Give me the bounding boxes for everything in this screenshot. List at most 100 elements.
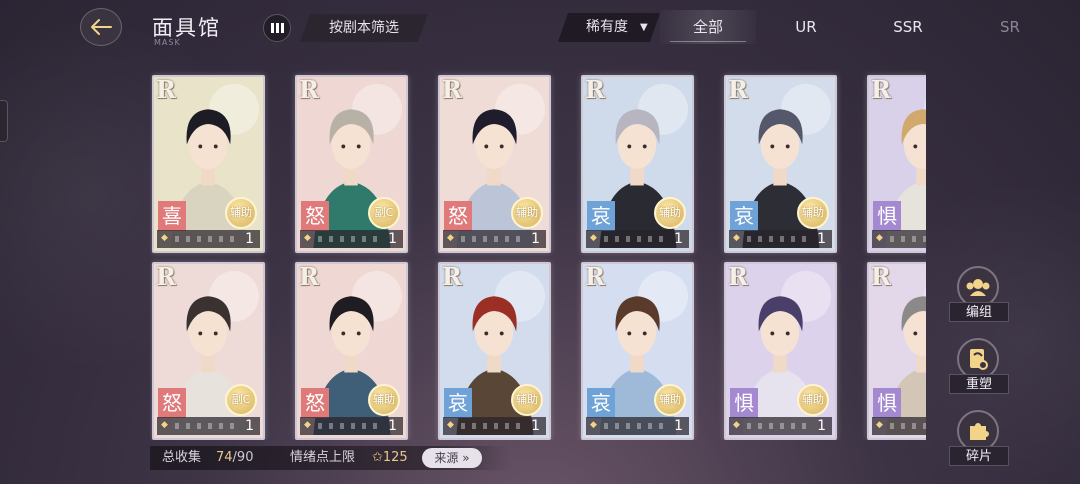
- page-subtitle: MASK: [154, 38, 181, 47]
- mask-card[interactable]: R 怒 辅助 ◆ 1: [295, 262, 408, 440]
- tab-sr[interactable]: SR: [962, 10, 1058, 44]
- back-button[interactable]: [80, 8, 122, 46]
- star-icon: ◆: [733, 420, 740, 430]
- mask-card[interactable]: R 哀辅助 ◆ 1: [438, 262, 551, 440]
- reshape-button[interactable]: 重塑: [949, 338, 1009, 402]
- card-footer: ◆1: [443, 230, 546, 248]
- star-icon: ◆: [733, 233, 740, 243]
- level-dots: [604, 423, 664, 429]
- card-count: 1: [245, 418, 254, 434]
- role-badge: 辅助: [511, 197, 543, 229]
- tab-all[interactable]: 全部: [660, 10, 756, 44]
- source-button[interactable]: 来源 »: [422, 448, 482, 468]
- emotion-cap-label: 情绪点上限: [290, 450, 356, 465]
- role-badge: 辅助: [797, 197, 829, 229]
- star-icon: ◆: [876, 420, 883, 430]
- sort-dropdown[interactable]: 稀有度 ▼: [558, 13, 660, 42]
- caret-down-icon: ▼: [640, 22, 648, 33]
- card-footer: ◆1: [157, 230, 260, 248]
- rarity-badge: R: [442, 262, 462, 291]
- card-footer: ◆1: [300, 417, 403, 435]
- card-count: 1: [388, 231, 397, 247]
- role-badge: 辅助: [368, 384, 400, 416]
- mask-card[interactable]: R 怒副C ◆ 1: [152, 262, 265, 440]
- card-footer: ◆1: [300, 230, 403, 248]
- card-count: 1: [531, 418, 540, 434]
- view-toggle-button[interactable]: [263, 14, 291, 42]
- role-badge: 辅助: [797, 384, 829, 416]
- card-footer: ◆1: [586, 417, 689, 435]
- level-dots: [175, 423, 235, 429]
- card-footer: ◆1: [872, 417, 926, 435]
- mask-card[interactable]: R 哀辅助 ◆ 1: [581, 262, 694, 440]
- rarity-badge: R: [299, 75, 319, 104]
- emotion-tag: 哀: [587, 388, 615, 418]
- rarity-badge: R: [871, 262, 891, 291]
- rarity-badge: R: [156, 75, 176, 104]
- card-count: 1: [531, 231, 540, 247]
- emotion-tag: 哀: [730, 201, 758, 231]
- tab-ssr[interactable]: SSR: [860, 10, 956, 44]
- role-badge: 副C: [368, 197, 400, 229]
- card-count: 1: [674, 418, 683, 434]
- rarity-badge: R: [299, 262, 319, 291]
- mask-card[interactable]: R 惧 辅助◆1: [724, 262, 837, 440]
- rarity-badge: R: [728, 262, 748, 291]
- role-badge: 副C: [225, 384, 257, 416]
- total-collect-value: 74/90: [216, 450, 254, 465]
- mask-card[interactable]: R惧辅助◆1: [867, 262, 926, 440]
- mask-card-grid: R喜辅助◆1R怒副C◆1R怒辅助◆1R哀辅助◆1R哀辅助◆1R惧辅助◆1R怒副C…: [150, 70, 926, 440]
- emotion-tag: 哀: [587, 201, 615, 231]
- card-footer: ◆1: [729, 230, 832, 248]
- card-count: 1: [674, 231, 683, 247]
- emotion-tag: 喜: [158, 201, 186, 231]
- emotion-tag: 怒: [444, 201, 472, 231]
- card-footer: ◆1: [729, 417, 832, 435]
- card-footer: ◆1: [443, 417, 546, 435]
- mask-card[interactable]: R 怒 副C ◆ 1: [295, 75, 408, 253]
- level-dots: [890, 423, 926, 429]
- rarity-badge: R: [442, 75, 462, 104]
- group-button[interactable]: 编组: [949, 266, 1009, 330]
- rarity-badge: R: [871, 75, 891, 104]
- star-icon: ◆: [590, 420, 597, 430]
- arrow-left-icon: [91, 19, 112, 35]
- edge-handle[interactable]: [0, 100, 8, 142]
- level-dots: [461, 423, 521, 429]
- rarity-tabs: 全部 UR SSR SR: [660, 10, 1080, 44]
- collection-summary: 总收集 74/90 情绪点上限 ✩125 来源 »: [150, 446, 510, 470]
- emotion-tag: 惧: [873, 388, 901, 418]
- emotion-tag: 哀: [444, 388, 472, 418]
- mask-card[interactable]: R惧辅助◆1: [867, 75, 926, 253]
- card-footer: ◆1: [586, 230, 689, 248]
- card-footer: ◆1: [157, 417, 260, 435]
- emotion-tag: 怒: [301, 388, 329, 418]
- tab-ur[interactable]: UR: [758, 10, 854, 44]
- rarity-badge: R: [156, 262, 176, 291]
- level-dots: [747, 236, 807, 242]
- level-dots: [175, 236, 235, 242]
- fragment-label: 碎片: [949, 446, 1009, 466]
- star-icon: ◆: [447, 233, 454, 243]
- emotion-tag: 怒: [158, 388, 186, 418]
- script-filter-button[interactable]: 按剧本筛选: [300, 14, 428, 42]
- level-dots: [604, 236, 664, 242]
- emotion-tag: 惧: [873, 201, 901, 231]
- emotion-tag: 怒: [301, 201, 329, 231]
- rarity-badge: R: [585, 262, 605, 291]
- mask-card[interactable]: R 哀辅助 ◆ 1: [724, 75, 837, 253]
- reshape-label: 重塑: [949, 374, 1009, 394]
- mask-card[interactable]: R 喜 辅助 ◆ 1: [152, 75, 265, 253]
- emotion-tag: 惧: [730, 388, 758, 418]
- mask-card[interactable]: R 哀辅助 ◆ 1: [581, 75, 694, 253]
- fragment-button[interactable]: 碎片: [949, 410, 1009, 474]
- role-badge: 辅助: [225, 197, 257, 229]
- sort-label: 稀有度: [586, 19, 628, 35]
- card-count: 1: [817, 231, 826, 247]
- star-icon: ◆: [161, 420, 168, 430]
- mask-card[interactable]: R 怒辅助 ◆ 1: [438, 75, 551, 253]
- card-footer: ◆1: [872, 230, 926, 248]
- level-dots: [747, 423, 807, 429]
- role-badge: 辅助: [654, 197, 686, 229]
- total-collect-label: 总收集: [162, 450, 202, 465]
